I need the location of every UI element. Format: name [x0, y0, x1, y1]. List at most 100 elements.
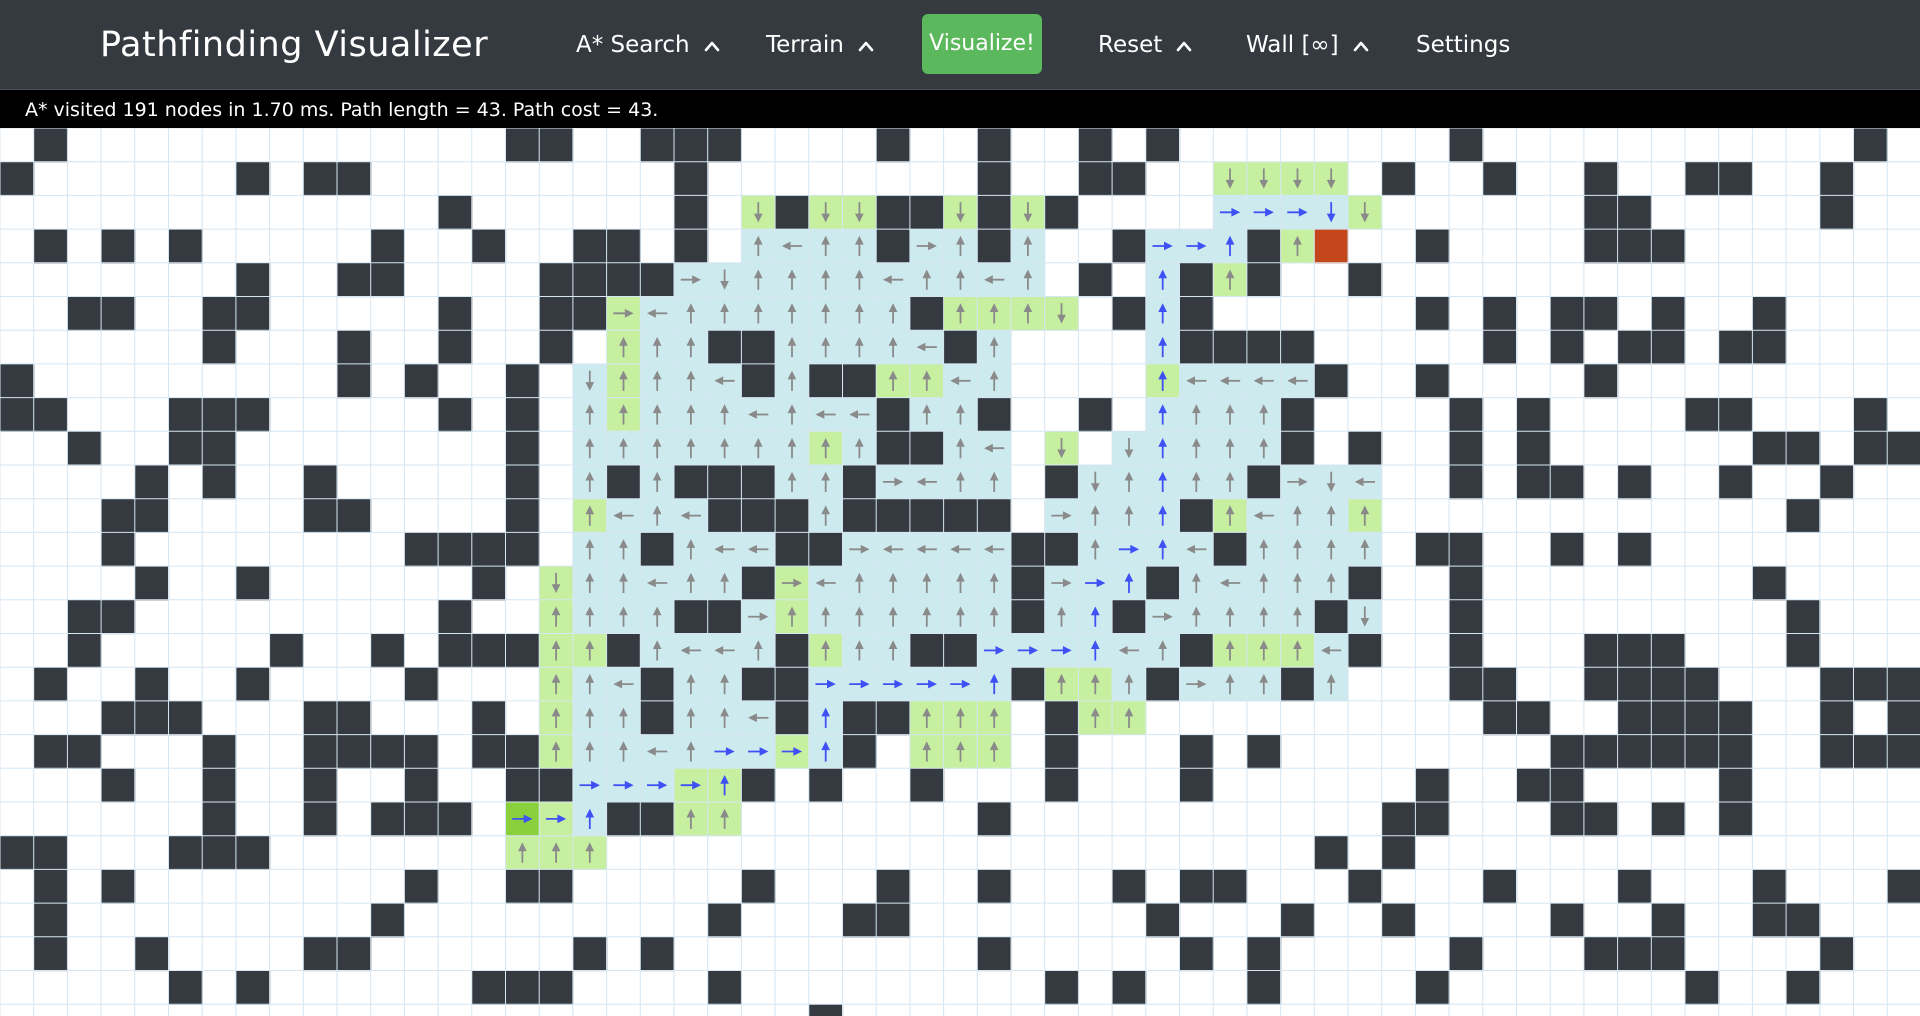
wall-cell[interactable]	[337, 161, 372, 196]
wall-cell[interactable]	[1044, 970, 1079, 1005]
wall-cell[interactable]	[1213, 330, 1248, 365]
wall-cell[interactable]	[370, 229, 405, 264]
wall-cell[interactable]	[1651, 700, 1686, 736]
wall-cell[interactable]	[1112, 229, 1147, 264]
wall-cell[interactable]	[741, 498, 776, 533]
wall-cell[interactable]	[1617, 532, 1652, 567]
wall-cell[interactable]	[202, 296, 237, 331]
wall-cell[interactable]	[33, 903, 68, 938]
wall-cell[interactable]	[808, 1004, 844, 1016]
wall-cell[interactable]	[606, 262, 641, 298]
wall-cell[interactable]	[674, 465, 709, 500]
wall-cell[interactable]	[1617, 330, 1652, 365]
wall-cell[interactable]	[1718, 161, 1753, 196]
wall-cell[interactable]	[741, 768, 776, 803]
wall-cell[interactable]	[134, 566, 170, 601]
wall-cell[interactable]	[0, 835, 35, 870]
wall-cell[interactable]	[909, 498, 945, 533]
wall-cell[interactable]	[707, 498, 742, 533]
wall-cell[interactable]	[1617, 936, 1652, 972]
wall-cell[interactable]	[842, 465, 877, 500]
wall-cell[interactable]	[1044, 465, 1079, 500]
wall-cell[interactable]	[1246, 262, 1282, 298]
wall-cell[interactable]	[235, 667, 271, 702]
wall-cell[interactable]	[876, 397, 911, 432]
wall-cell[interactable]	[1752, 903, 1787, 938]
wall-cell[interactable]	[505, 363, 540, 399]
wall-cell[interactable]	[134, 936, 170, 972]
wall-cell[interactable]	[1651, 936, 1686, 972]
wall-cell[interactable]	[674, 229, 709, 264]
wall-cell[interactable]	[1583, 802, 1619, 837]
wall-cell[interactable]	[1550, 903, 1585, 938]
wall-cell[interactable]	[202, 431, 237, 466]
wall-cell[interactable]	[505, 734, 540, 769]
wall-cell[interactable]	[1145, 903, 1181, 938]
wall-cell[interactable]	[1348, 869, 1383, 904]
wall-cell[interactable]	[1213, 869, 1248, 904]
wall-cell[interactable]	[269, 633, 304, 668]
wall-cell[interactable]	[943, 330, 978, 365]
wall-cell[interactable]	[539, 128, 574, 163]
wall-cell[interactable]	[606, 229, 641, 264]
wall-cell[interactable]	[33, 229, 68, 264]
wall-cell[interactable]	[404, 363, 439, 399]
wall-cell[interactable]	[775, 667, 810, 702]
wall-cell[interactable]	[505, 498, 540, 533]
wall-cell[interactable]	[202, 768, 237, 803]
wall-cell[interactable]	[1011, 667, 1046, 702]
wall-cell[interactable]	[67, 734, 102, 769]
wall-cell[interactable]	[168, 700, 203, 736]
wall-cell[interactable]	[1449, 633, 1484, 668]
wall-cell[interactable]	[1583, 296, 1619, 331]
wall-cell[interactable]	[707, 465, 742, 500]
wall-cell[interactable]	[202, 835, 237, 870]
wall-cell[interactable]	[977, 802, 1012, 837]
wall-cell[interactable]	[1415, 802, 1450, 837]
wall-cell[interactable]	[303, 498, 338, 533]
wall-cell[interactable]	[67, 296, 102, 331]
wall-cell[interactable]	[741, 465, 776, 500]
wall-cell[interactable]	[1752, 431, 1787, 466]
wall-cell[interactable]	[303, 465, 338, 500]
wall-cell[interactable]	[1179, 498, 1214, 533]
wall-cell[interactable]	[1348, 633, 1383, 668]
wall-weight-dropdown[interactable]: Wall [∞]	[1246, 28, 1369, 62]
wall-cell[interactable]	[1314, 363, 1349, 399]
wall-cell[interactable]	[101, 498, 136, 533]
wall-cell[interactable]	[438, 296, 473, 331]
wall-cell[interactable]	[775, 700, 810, 736]
wall-cell[interactable]	[1550, 532, 1585, 567]
wall-cell[interactable]	[1415, 532, 1450, 567]
wall-cell[interactable]	[1617, 869, 1652, 904]
wall-cell[interactable]	[1280, 667, 1315, 702]
pathfinding-grid[interactable]	[0, 128, 1920, 1016]
wall-cell[interactable]	[808, 532, 844, 567]
wall-cell[interactable]	[1651, 330, 1686, 365]
wall-cell[interactable]	[0, 397, 35, 432]
wall-cell[interactable]	[1887, 869, 1920, 904]
wall-cell[interactable]	[741, 363, 776, 399]
wall-cell[interactable]	[1449, 667, 1484, 702]
wall-cell[interactable]	[572, 262, 608, 298]
wall-cell[interactable]	[1044, 734, 1079, 769]
wall-cell[interactable]	[33, 835, 68, 870]
wall-cell[interactable]	[977, 397, 1012, 432]
wall-cell[interactable]	[1314, 835, 1349, 870]
wall-cell[interactable]	[1314, 599, 1349, 635]
wall-cell[interactable]	[33, 667, 68, 702]
wall-cell[interactable]	[741, 869, 776, 904]
wall-cell[interactable]	[168, 835, 203, 870]
wall-cell[interactable]	[539, 970, 574, 1005]
wall-cell[interactable]	[471, 700, 507, 736]
wall-cell[interactable]	[370, 262, 405, 298]
wall-cell[interactable]	[438, 599, 473, 635]
wall-cell[interactable]	[1853, 128, 1888, 163]
wall-cell[interactable]	[640, 936, 675, 972]
wall-cell[interactable]	[808, 768, 844, 803]
wall-cell[interactable]	[337, 734, 372, 769]
wall-cell[interactable]	[404, 734, 439, 769]
wall-cell[interactable]	[1583, 936, 1619, 972]
wall-cell[interactable]	[168, 431, 203, 466]
wall-cell[interactable]	[370, 903, 405, 938]
